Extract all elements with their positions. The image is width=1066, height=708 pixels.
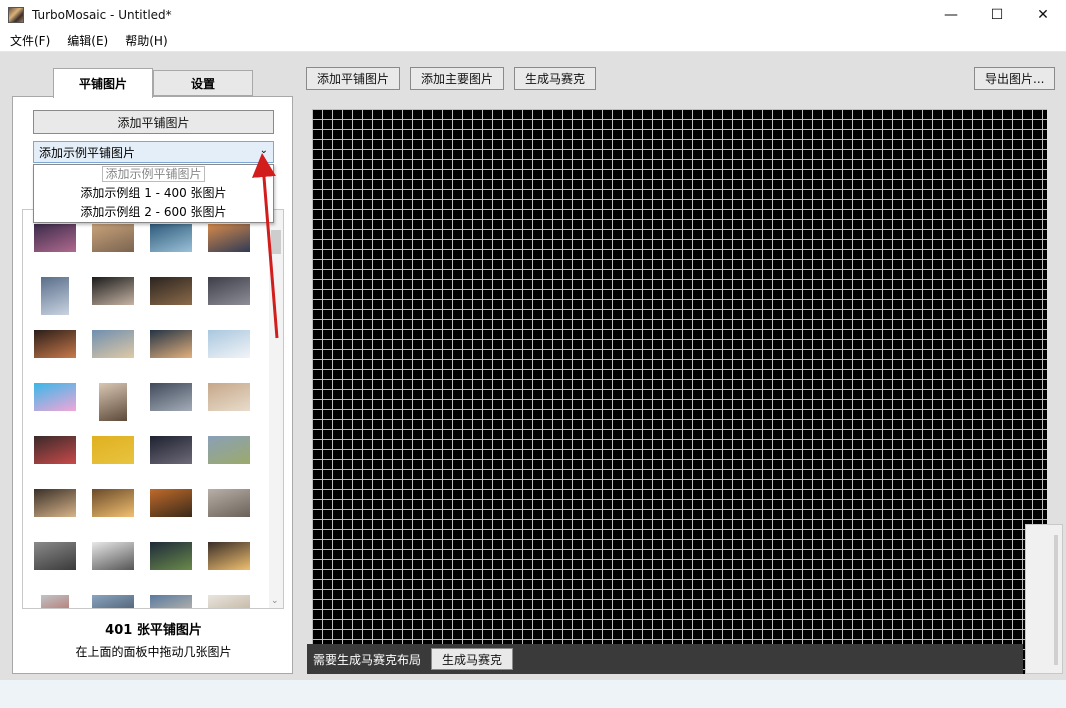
tile-thumbnail[interactable] [150, 383, 192, 411]
tile-thumbnail[interactable] [34, 436, 76, 464]
slider-track[interactable] [1054, 535, 1058, 665]
tile-thumbnail[interactable] [34, 542, 76, 570]
tile-thumbnail[interactable] [208, 330, 250, 358]
generate-mosaic-button[interactable]: 生成马赛克 [514, 67, 597, 90]
maximize-button[interactable]: ☐ [974, 0, 1020, 30]
thumbnails-scrollbar[interactable]: ⌄ [269, 210, 283, 608]
tile-thumbnail[interactable] [92, 542, 134, 570]
tile-thumbnail[interactable] [208, 224, 250, 252]
scroll-down-icon[interactable]: ⌄ [271, 596, 279, 606]
minimize-button[interactable]: — [928, 0, 974, 30]
scrollbar-thumb[interactable] [271, 230, 281, 254]
menu-help[interactable]: 帮助(H) [115, 30, 174, 52]
add-tiles-button[interactable]: 添加平铺图片 [33, 110, 274, 134]
sample-tiles-combo[interactable]: 添加示例平铺图片 ⌄ [33, 141, 274, 163]
combo-value: 添加示例平铺图片 [39, 145, 136, 160]
tile-thumbnail[interactable] [208, 595, 250, 608]
tile-thumbnail[interactable] [92, 489, 134, 517]
tile-count: 401 张平铺图片 [105, 623, 202, 638]
tile-thumbnail[interactable] [150, 436, 192, 464]
mosaic-canvas[interactable] [312, 109, 1047, 674]
status-generate-button[interactable]: 生成马赛克 [431, 648, 514, 670]
zoom-slider[interactable] [1025, 524, 1063, 674]
window-title: TurboMosaic - Untitled* [32, 8, 172, 22]
close-button[interactable]: ✕ [1020, 0, 1066, 30]
tile-thumbnail[interactable] [208, 489, 250, 517]
window-bottom-strip [0, 680, 1066, 708]
dropdown-option-group-1[interactable]: 添加示例组 1 - 400 张图片 [34, 184, 273, 203]
tile-thumbnail[interactable] [150, 277, 192, 305]
main-area: 平铺图片 设置 添加平铺图片 添加示例平铺图片 ⌄ ⌄ 401 张平铺图片 在上… [0, 52, 1066, 680]
tile-thumbnail[interactable] [150, 224, 192, 252]
app-logo-icon [8, 7, 24, 23]
tile-thumbnail[interactable] [92, 436, 134, 464]
dropdown-option-default[interactable]: 添加示例平铺图片 [34, 165, 273, 184]
tile-thumbnail[interactable] [92, 277, 134, 305]
tile-thumbnail[interactable] [99, 383, 127, 421]
window-controls: — ☐ ✕ [928, 0, 1066, 30]
tile-thumbnail[interactable] [208, 436, 250, 464]
tile-thumbnail[interactable] [92, 330, 134, 358]
tile-thumbnail[interactable] [208, 383, 250, 411]
add-tiles-toolbar-button[interactable]: 添加平铺图片 [306, 67, 401, 90]
tile-thumbnail[interactable] [150, 595, 192, 608]
export-image-button[interactable]: 导出图片... [974, 67, 1056, 90]
tile-thumbnail[interactable] [34, 383, 76, 411]
tile-thumbnail[interactable] [41, 595, 69, 608]
dropdown-option-group-2[interactable]: 添加示例组 2 - 600 张图片 [34, 203, 273, 222]
tile-thumbnail[interactable] [34, 224, 76, 252]
tile-thumbnail[interactable] [150, 489, 192, 517]
tile-thumbnail[interactable] [92, 224, 134, 252]
drag-hint: 在上面的面板中拖动几张图片 [75, 645, 232, 659]
tile-thumbnail[interactable] [41, 277, 69, 315]
status-bar: 需要生成马赛克布局 生成马赛克 [307, 644, 1023, 674]
tile-thumbnail[interactable] [208, 542, 250, 570]
menu-bar: 文件(F) 编辑(E) 帮助(H) [0, 30, 1066, 52]
menu-file[interactable]: 文件(F) [0, 30, 57, 52]
status-text: 需要生成马赛克布局 [313, 652, 422, 667]
tile-thumbnail[interactable] [150, 330, 192, 358]
add-main-image-button[interactable]: 添加主要图片 [410, 67, 505, 90]
tile-thumbnail[interactable] [150, 542, 192, 570]
tile-thumbnail[interactable] [92, 595, 134, 608]
tile-thumbnails[interactable]: ⌄ [22, 209, 284, 609]
tile-thumbnail[interactable] [34, 489, 76, 517]
tile-thumbnail[interactable] [208, 277, 250, 305]
tab-settings[interactable]: 设置 [153, 70, 253, 96]
title-bar: TurboMosaic - Untitled* — ☐ ✕ [0, 0, 1066, 30]
tile-thumbnail[interactable] [34, 330, 76, 358]
tab-tiles[interactable]: 平铺图片 [53, 68, 153, 98]
chevron-down-icon[interactable]: ⌄ [260, 145, 268, 156]
menu-edit[interactable]: 编辑(E) [57, 30, 115, 52]
sample-tiles-dropdown: 添加示例平铺图片 添加示例组 1 - 400 张图片 添加示例组 2 - 600… [33, 164, 274, 223]
